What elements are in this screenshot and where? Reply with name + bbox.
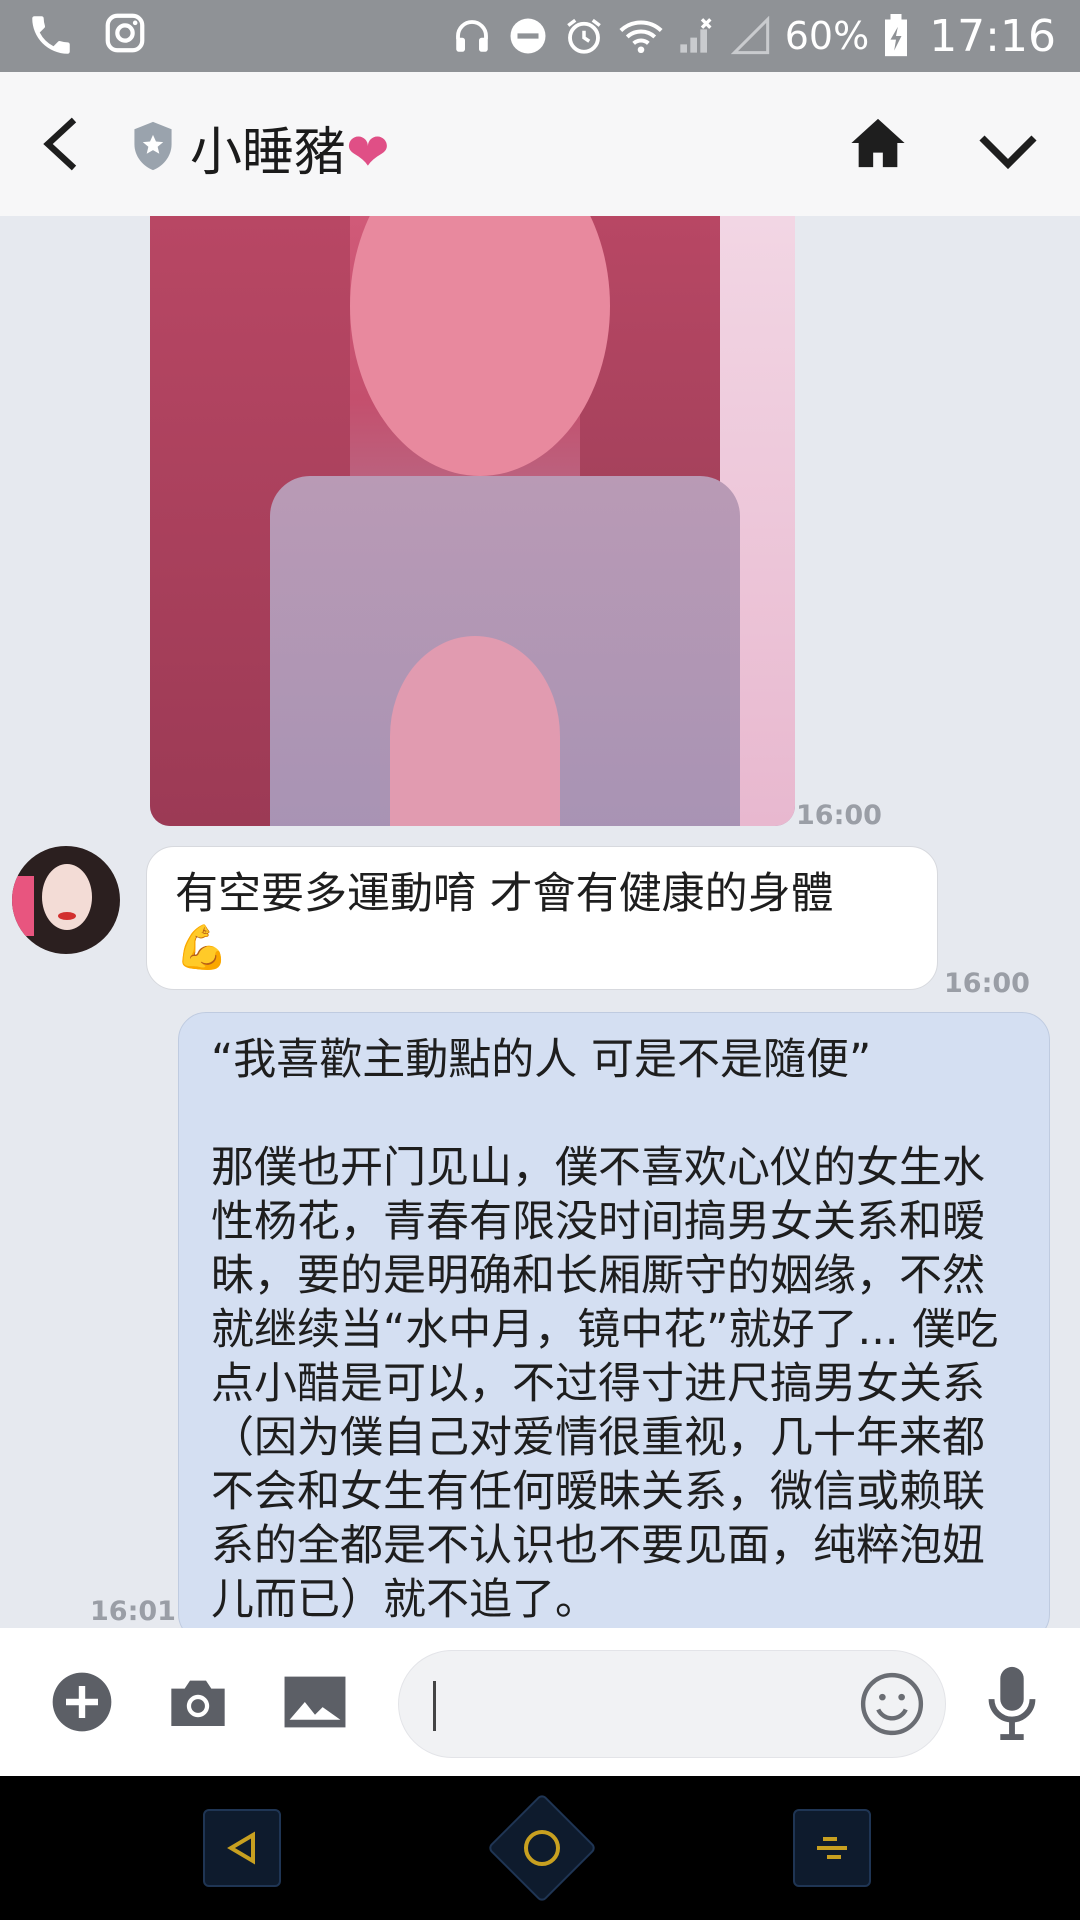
- contact-name-text: 小睡豬: [190, 123, 347, 183]
- message-time: 16:00: [796, 800, 882, 831]
- chat-area[interactable]: 16:00 有空要多運動唷 才會有健康的身體 💪 16:00 “我喜歡主動點的人…: [0, 216, 1080, 1628]
- outgoing-message-text: “我喜歡主動點的人 可是不是隨便” 那僕也开门见山，僕不喜欢心仪的女生水性杨花，…: [211, 1035, 999, 1625]
- instagram-icon: [105, 13, 145, 53]
- signal-off-icon: [680, 18, 712, 53]
- text-cursor: [433, 1681, 436, 1731]
- status-bar: 60% 17:16: [0, 0, 1080, 72]
- message-time: 16:01: [90, 1596, 176, 1627]
- emoji-icon[interactable]: [859, 1671, 925, 1737]
- avatar-lips: [58, 912, 76, 920]
- nav-recents-button[interactable]: [793, 1809, 871, 1887]
- nav-home-button[interactable]: [486, 1792, 598, 1904]
- back-triangle-icon: [227, 1831, 255, 1865]
- nav-back-button[interactable]: [203, 1809, 281, 1887]
- message-input[interactable]: [398, 1650, 946, 1758]
- contact-name: 小睡豬❤: [190, 110, 390, 185]
- input-bar: [0, 1628, 1080, 1776]
- photo-face: [350, 216, 610, 476]
- chevron-down-icon[interactable]: [976, 132, 1040, 172]
- avatar-face: [42, 864, 92, 930]
- photo-neckline: [390, 636, 560, 826]
- menu-lines-icon: [817, 1837, 847, 1859]
- back-arrow-icon[interactable]: [38, 116, 82, 172]
- avatar-accent: [12, 876, 34, 936]
- signal-icon: [730, 16, 769, 55]
- outgoing-message-bubble[interactable]: “我喜歡主動點的人 可是不是隨便” 那僕也开门见山，僕不喜欢心仪的女生水性杨花，…: [178, 1012, 1050, 1628]
- alarm-icon: [566, 18, 601, 54]
- system-nav-bar: [0, 1776, 1080, 1920]
- headphones-icon: [455, 20, 488, 52]
- add-icon[interactable]: [50, 1670, 114, 1734]
- do-not-disturb-icon: [510, 18, 546, 54]
- photo-message[interactable]: [150, 216, 795, 826]
- chat-header: 小睡豬❤: [0, 72, 1080, 217]
- gallery-icon[interactable]: [282, 1672, 348, 1732]
- microphone-icon[interactable]: [988, 1664, 1036, 1740]
- home-icon[interactable]: [848, 114, 908, 172]
- incoming-message-text: 有空要多運動唷 才會有健康的身體 💪: [175, 869, 834, 973]
- battery-charging-icon: [885, 14, 908, 57]
- message-time: 16:00: [944, 968, 1030, 999]
- battery-percent: 60%: [784, 14, 870, 58]
- wifi-icon: [619, 20, 663, 54]
- incoming-message-bubble[interactable]: 有空要多運動唷 才會有健康的身體 💪: [146, 846, 938, 990]
- heart-icon: ❤: [346, 123, 390, 183]
- clock: 17:16: [929, 10, 1056, 62]
- shield-star-icon: [134, 121, 172, 171]
- contact-avatar[interactable]: [12, 846, 120, 954]
- home-circle-icon: [524, 1830, 560, 1866]
- camera-icon[interactable]: [166, 1672, 230, 1732]
- phone-icon: [32, 16, 70, 54]
